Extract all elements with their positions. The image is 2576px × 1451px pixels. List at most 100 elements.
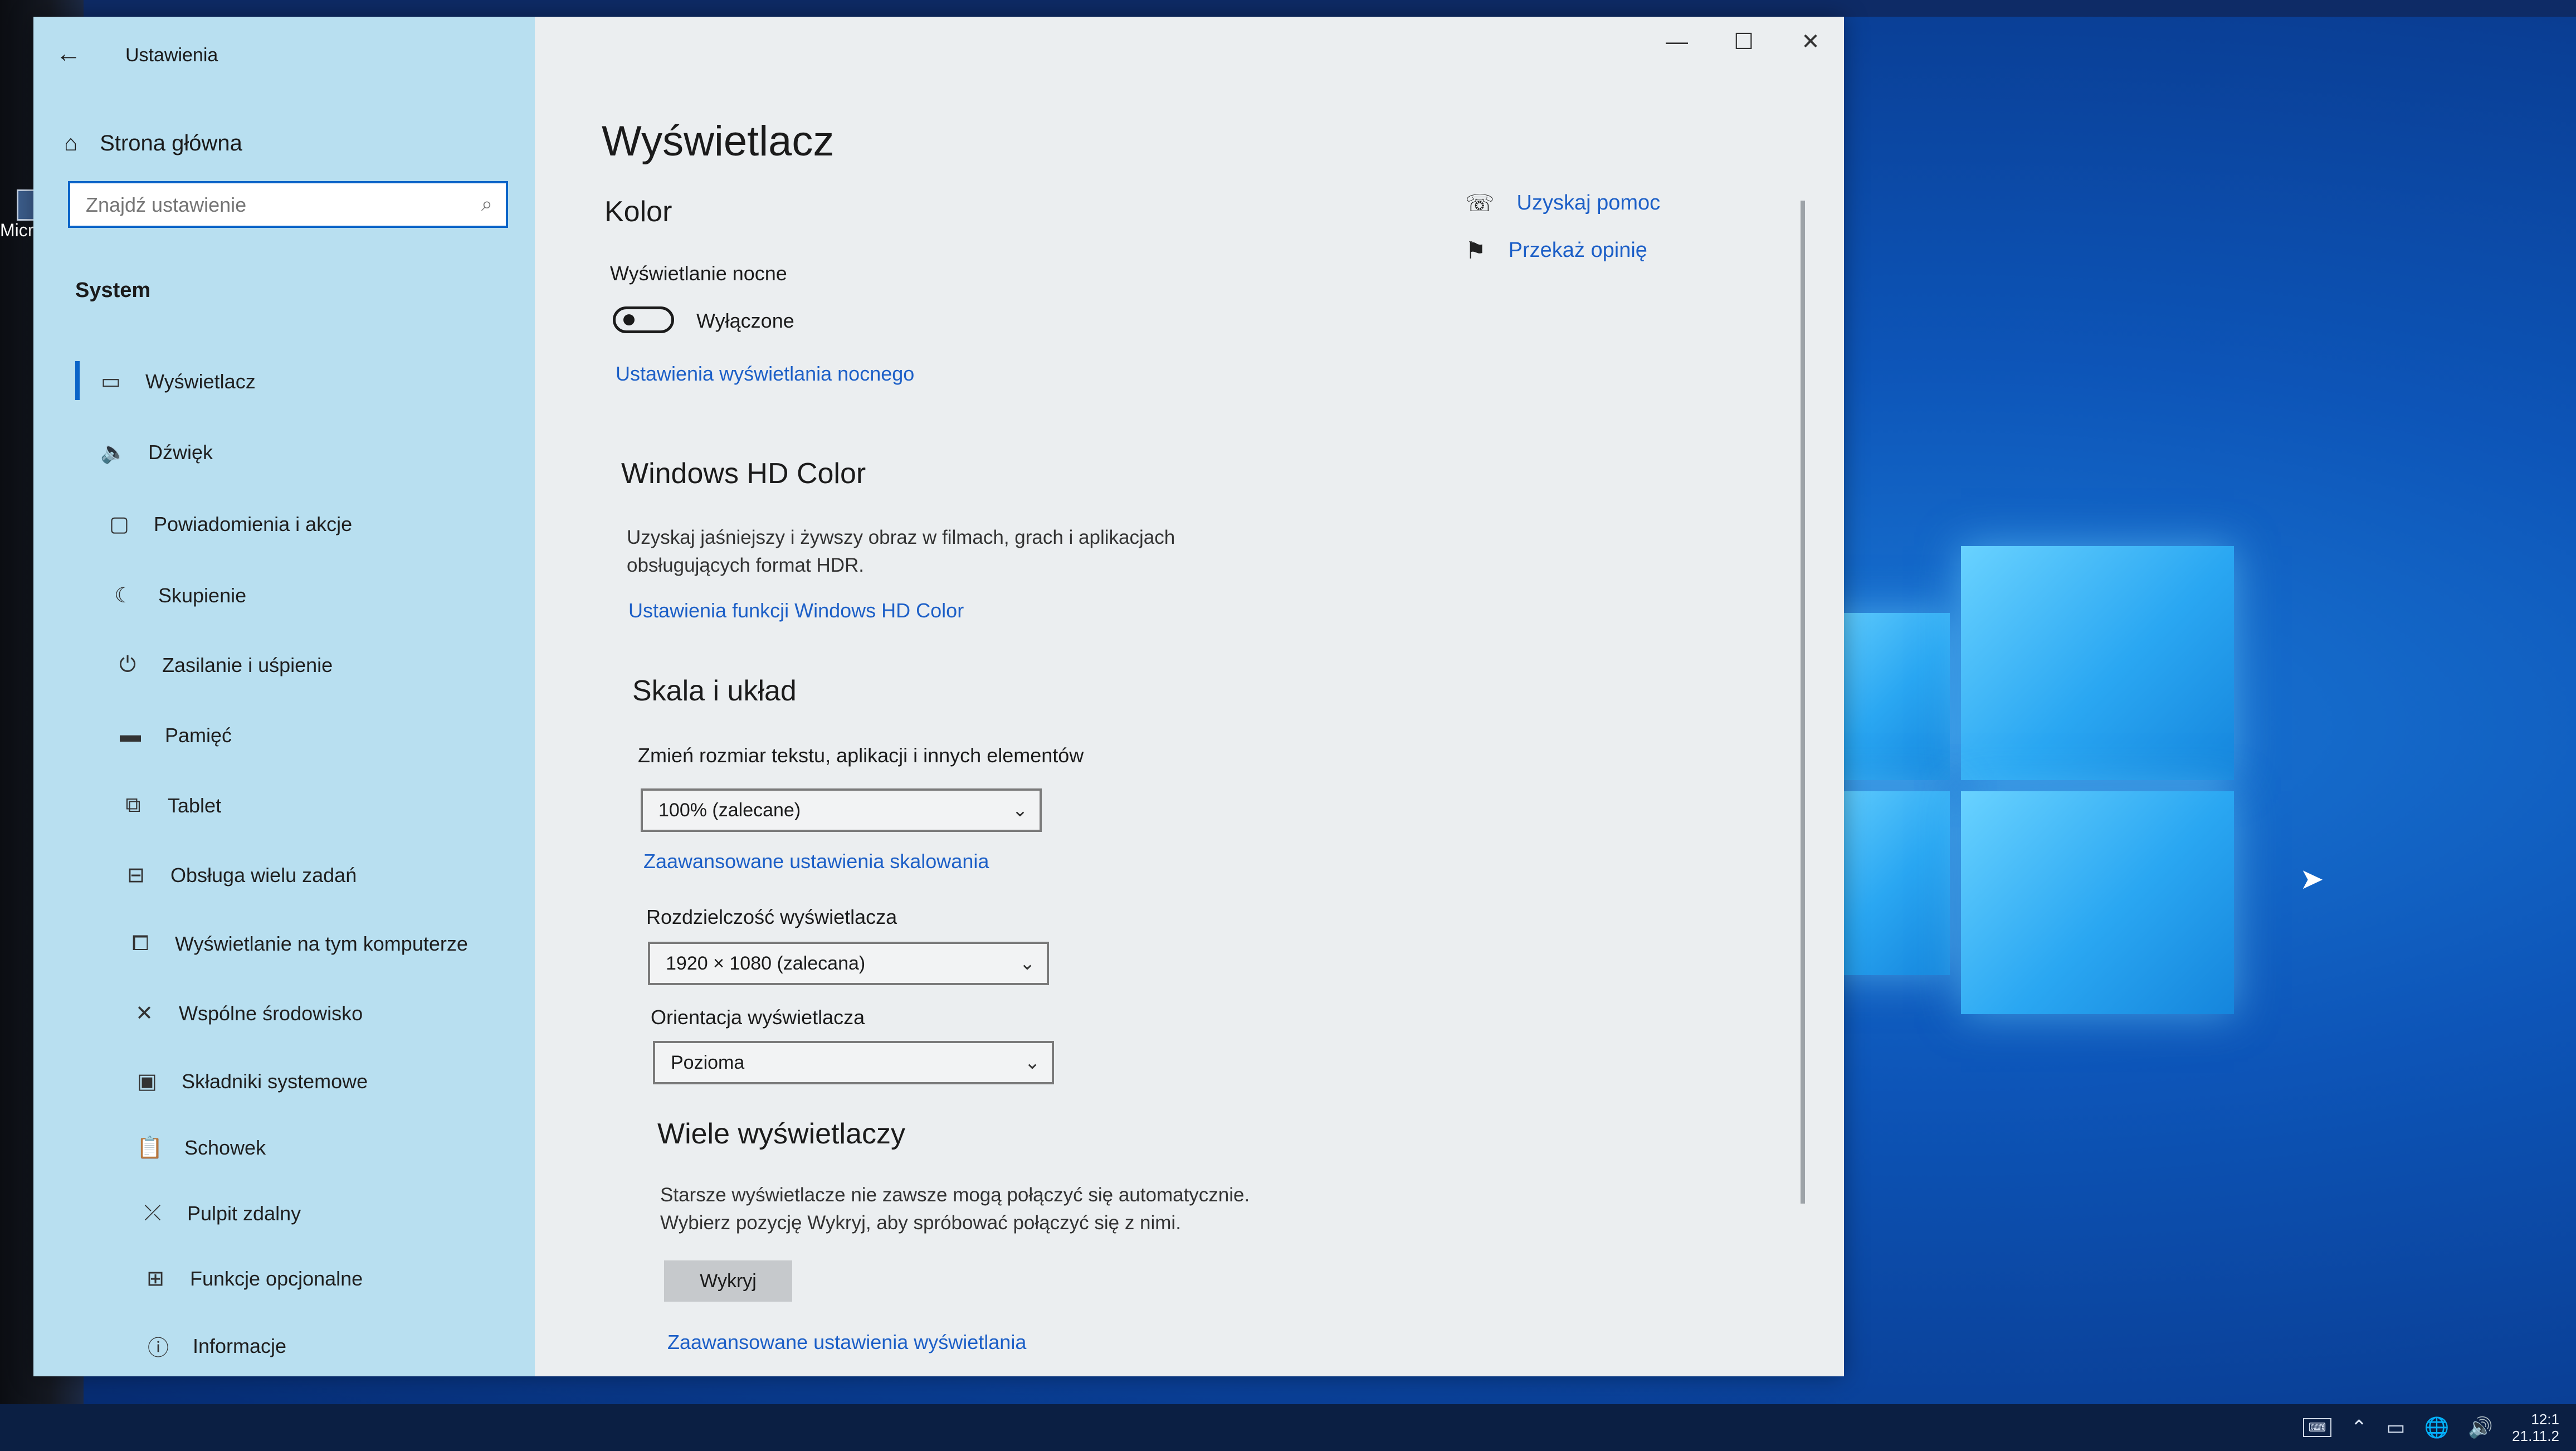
home-link[interactable]: ⌂ Strona główna <box>64 131 242 156</box>
hdr-desc-line1: Uzyskaj jaśniejszy i żywszy obraz w film… <box>627 527 1175 548</box>
sidebar-item-label: Pamięć <box>165 723 232 747</box>
home-label: Strona główna <box>100 131 242 155</box>
tablet-icon: ⧉ <box>125 793 141 817</box>
feedback-icon: ⚑ <box>1465 237 1486 264</box>
hdr-desc-line2: obsługujących format HDR. <box>627 554 864 576</box>
sidebar-item-label: Pulpit zdalny <box>187 1201 301 1225</box>
network-icon[interactable]: 🌐 <box>2424 1416 2450 1439</box>
chevron-down-icon: ⌄ <box>1024 1052 1041 1073</box>
sidebar-item-shared-experiences[interactable]: ✕ Wspólne środowisko <box>131 1001 363 1026</box>
sidebar-item-power[interactable]: ⏻ Zasilanie i uśpienie <box>114 653 333 677</box>
sidebar-item-label: Tablet <box>168 793 222 817</box>
color-heading: Kolor <box>604 196 672 228</box>
clock-date: 21.11.2 <box>2512 1428 2559 1444</box>
system-components-icon: ▣ <box>137 1070 157 1093</box>
sidebar-item-focus[interactable]: ☾ Skupienie <box>110 583 246 608</box>
hdr-description: Uzyskaj jaśniejszy i żywszy obraz w film… <box>627 524 1295 580</box>
search-icon: ⌕ <box>481 192 492 215</box>
sidebar-item-label: Wyświetlanie na tym komputerze <box>175 932 468 955</box>
get-help-label: Uzyskaj pomoc <box>1516 191 1661 215</box>
sidebar-item-label: Zasilanie i uśpienie <box>162 653 333 676</box>
maximize-button[interactable]: ☐ <box>1710 17 1777 67</box>
speaker-icon: 🔈 <box>100 441 127 464</box>
page-title: Wyświetlacz <box>602 118 835 165</box>
power-icon: ⏻ <box>119 653 136 676</box>
sidebar: ← Ustawienia ⌂ Strona główna ⌕ System ▭ … <box>33 17 535 1376</box>
hdr-settings-link[interactable]: Ustawienia funkcji Windows HD Color <box>628 599 964 622</box>
scale-heading: Skala i układ <box>632 675 797 707</box>
sidebar-item-display[interactable]: ▭ Wyświetlacz <box>75 361 256 400</box>
window-title: Ustawienia <box>125 45 218 66</box>
window-controls: — ☐ ✕ <box>1643 17 1844 67</box>
notification-icon: ▢ <box>109 513 129 536</box>
monitor-icon: ▭ <box>101 370 121 393</box>
clipboard-icon: 📋 <box>136 1136 163 1160</box>
sidebar-item-label: Dźwięk <box>148 441 213 464</box>
chevron-down-icon: ⌄ <box>1019 953 1036 974</box>
orientation-label: Orientacja wyświetlacza <box>651 1006 865 1029</box>
chevron-down-icon: ⌄ <box>1012 800 1028 821</box>
orientation-dropdown[interactable]: Pozioma ⌄ <box>653 1041 1054 1084</box>
orientation-value: Pozioma <box>671 1051 745 1073</box>
advanced-display-settings-link[interactable]: Zaawansowane ustawienia wyświetlania <box>667 1331 1026 1354</box>
night-light-label: Wyświetlanie nocne <box>610 262 787 285</box>
sidebar-item-label: Wspólne środowisko <box>179 1001 363 1025</box>
sidebar-item-optional-features[interactable]: ⊞ Funkcje opcjonalne <box>142 1266 363 1291</box>
feedback-label: Przekaż opinię <box>1508 238 1647 262</box>
sidebar-item-label: Funkcje opcjonalne <box>190 1267 363 1290</box>
optional-features-icon: ⊞ <box>147 1267 164 1291</box>
scrollbar[interactable] <box>1801 201 1805 1204</box>
night-light-toggle[interactable] <box>613 306 674 333</box>
detect-button[interactable]: Wykryj <box>664 1260 792 1302</box>
mouse-cursor-icon: ➤ <box>2300 863 2324 895</box>
search-box[interactable]: ⌕ <box>68 181 508 228</box>
main-content: — ☐ ✕ Wyświetlacz Kolor Wyświetlanie noc… <box>535 17 1844 1376</box>
get-help-link[interactable]: ☏ Uzyskaj pomoc <box>1465 189 1660 217</box>
keyboard-icon[interactable]: ⌨ <box>2302 1418 2332 1437</box>
home-icon: ⌂ <box>64 131 78 155</box>
night-light-settings-link[interactable]: Ustawienia wyświetlania nocnego <box>616 362 914 386</box>
shared-experiences-icon: ✕ <box>135 1002 153 1025</box>
back-arrow-icon[interactable]: ← <box>56 38 81 68</box>
advanced-scaling-link[interactable]: Zaawansowane ustawienia skalowania <box>643 850 989 873</box>
search-input[interactable] <box>70 183 477 227</box>
resolution-value: 1920 × 1080 (zalecana) <box>666 952 866 974</box>
remote-desktop-icon: ⤫ <box>144 1201 162 1225</box>
sidebar-item-sound[interactable]: 🔈 Dźwięk <box>100 440 213 465</box>
taskbar: ⌨ ⌃ ▭ 🌐 🔊 12:1 21.11.2 <box>0 1404 2576 1451</box>
projecting-icon: ⧠ <box>131 932 149 955</box>
windows-logo-wallpaper <box>1805 535 2251 1025</box>
sidebar-item-storage[interactable]: ▬ Pamięć <box>117 723 232 747</box>
sidebar-item-label: Informacje <box>193 1334 287 1357</box>
multiple-displays-heading: Wiele wyświetlaczy <box>657 1118 905 1150</box>
toggle-state-label: Wyłączone <box>696 309 794 332</box>
sidebar-item-notifications[interactable]: ▢ Powiadomienia i akcje <box>106 512 352 537</box>
sidebar-item-tablet[interactable]: ⧉ Tablet <box>120 793 221 817</box>
sidebar-item-multitasking[interactable]: ⊟ Obsługa wielu zadań <box>123 863 357 888</box>
size-label: Zmień rozmiar tekstu, aplikacji i innych… <box>638 744 1084 767</box>
desktop-top-strip <box>0 0 2576 17</box>
help-icon: ☏ <box>1465 190 1495 216</box>
moon-icon: ☾ <box>114 584 134 607</box>
volume-icon[interactable]: 🔊 <box>2468 1416 2493 1439</box>
close-button[interactable]: ✕ <box>1777 17 1844 67</box>
hdr-heading: Windows HD Color <box>621 457 866 490</box>
sidebar-item-projecting[interactable]: ⧠ Wyświetlanie na tym komputerze <box>127 932 468 956</box>
scale-dropdown[interactable]: 100% (zalecane) ⌄ <box>641 788 1042 832</box>
settings-window: ← Ustawienia ⌂ Strona główna ⌕ System ▭ … <box>33 17 1844 1376</box>
minimize-button[interactable]: — <box>1643 17 1710 67</box>
storage-icon: ▬ <box>120 723 141 747</box>
resolution-dropdown[interactable]: 1920 × 1080 (zalecana) ⌄ <box>648 942 1049 985</box>
toggle-knob <box>623 314 635 325</box>
sidebar-item-label: Powiadomienia i akcje <box>154 512 353 535</box>
sidebar-item-remote-desktop[interactable]: ⤫ Pulpit zdalny <box>139 1201 301 1225</box>
scale-value: 100% (zalecane) <box>658 799 801 821</box>
chevron-up-icon[interactable]: ⌃ <box>2350 1416 2367 1439</box>
clock[interactable]: 12:1 21.11.2 <box>2512 1411 2559 1444</box>
battery-icon[interactable]: ▭ <box>2387 1416 2406 1439</box>
give-feedback-link[interactable]: ⚑ Przekaż opinię <box>1465 237 1647 264</box>
sidebar-item-about[interactable]: ⓘ Informacje <box>145 1331 286 1361</box>
clock-time: 12:1 <box>2531 1411 2559 1428</box>
sidebar-item-system-components[interactable]: ▣ Składniki systemowe <box>134 1069 368 1094</box>
sidebar-item-clipboard[interactable]: 📋 Schowek <box>136 1136 266 1160</box>
